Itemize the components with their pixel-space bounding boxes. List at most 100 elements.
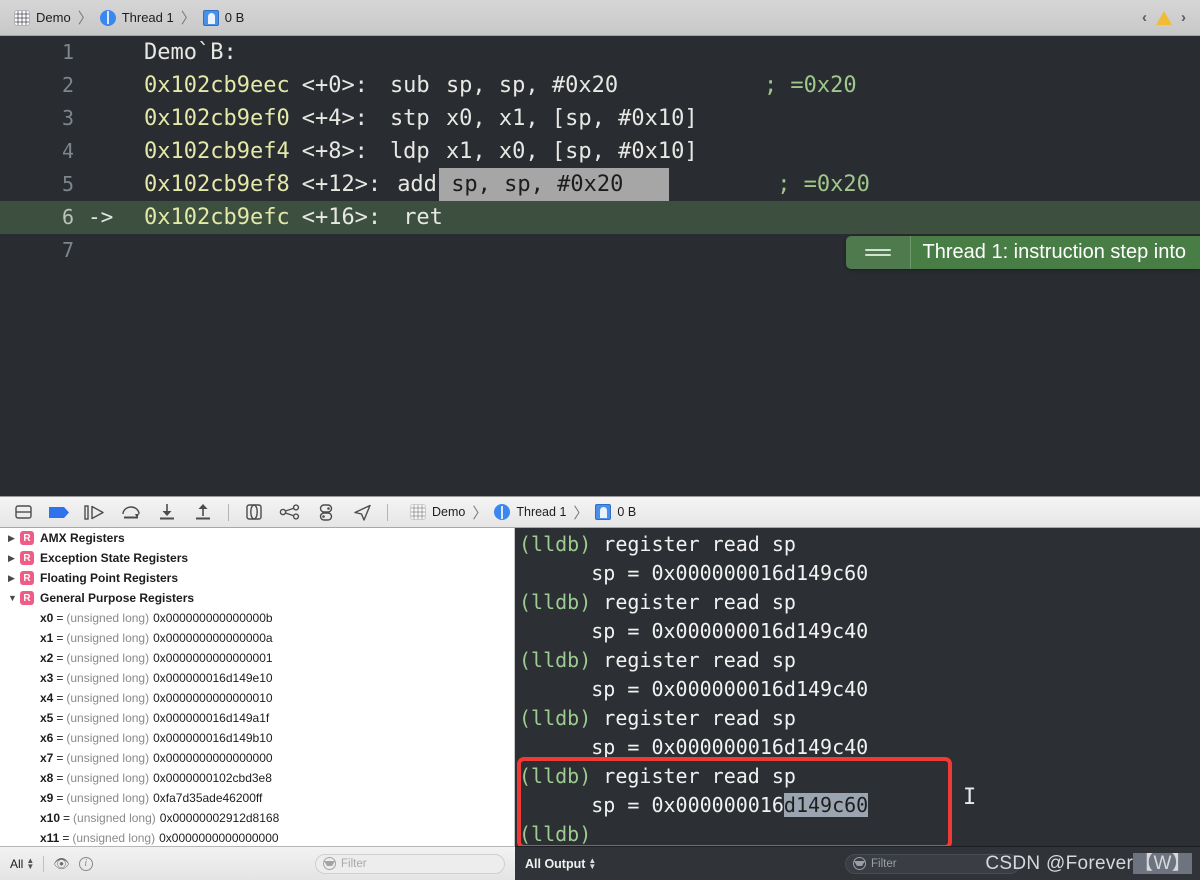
disclosure-triangle-icon[interactable] [8,533,20,544]
scope-filter-dropdown[interactable]: All ▲ ▼ [10,856,34,871]
nav-back-icon[interactable]: ‹ [1142,9,1147,26]
register-row[interactable]: x6 = (unsigned long) 0x000000016d149b10 [0,728,514,748]
instruction-operands-selected[interactable]: sp, sp, #0x20 [439,168,670,201]
register-value: 0x000000000000000b [153,611,273,625]
debug-breadcrumb-frame[interactable]: 0 B [589,504,642,520]
thread-icon [99,9,116,26]
register-name: x11 [40,831,60,845]
line-number: 7 [61,238,74,262]
debug-breadcrumb-thread[interactable]: Thread 1 [488,504,572,520]
register-group-row[interactable]: R Exception State Registers [0,548,514,568]
memory-graph-icon[interactable] [277,501,303,523]
register-group-row[interactable]: R AMX Registers [0,528,514,548]
register-equals: = [56,631,64,645]
register-group-label: AMX Registers [40,531,125,545]
register-row[interactable]: x0 = (unsigned long) 0x000000000000000b [0,608,514,628]
step-over-icon[interactable] [118,501,144,523]
lldb-prompt: (lldb) [519,590,592,614]
register-type: (unsigned long) [66,711,150,725]
register-type: (unsigned long) [66,651,150,665]
instruction-mnemonic: ldp [389,139,430,164]
environment-overrides-icon[interactable] [313,501,339,523]
breadcrumb-separator: 〉 [77,10,93,27]
breadcrumb-item-thread[interactable]: Thread 1 [94,9,180,26]
warning-triangle-icon[interactable] [1156,10,1172,25]
filter-icon [323,857,336,870]
step-out-icon[interactable] [190,501,216,523]
register-name: x2 [40,651,54,665]
breadcrumb-separator: 〉 [472,504,488,522]
code-line[interactable]: 4 0x102cb9ef4 <+8>: ldp x1, x0, [sp, #0x… [0,135,1200,168]
register-value: 0x000000000000000a [153,631,273,645]
code-line[interactable]: 2 0x102cb9eec <+0>: sub sp, sp, #0x20 ; … [0,69,1200,102]
register-row[interactable]: x2 = (unsigned long) 0x0000000000000001 [0,648,514,668]
register-row[interactable]: x1 = (unsigned long) 0x000000000000000a [0,628,514,648]
continue-play-icon[interactable] [82,501,108,523]
stepper-icon[interactable]: ▲ ▼ [26,856,34,870]
status-divider [43,855,45,872]
register-name: x3 [40,671,54,685]
console-input-line[interactable]: (lldb) [515,820,1200,846]
register-row[interactable]: x7 = (unsigned long) 0x0000000000000000 [0,748,514,768]
register-group-row-expanded[interactable]: R General Purpose Registers [0,588,514,608]
nav-forward-icon[interactable]: › [1181,9,1186,26]
drag-handle-icon[interactable] [845,236,910,269]
eye-icon[interactable]: 👁 [53,856,70,872]
breadcrumb-item-frame[interactable]: 0 B [197,9,251,26]
breadcrumb-frame-label: 0 B [224,10,245,25]
console-line: (lldb) register read sp [515,588,1200,617]
register-value: 0x0000000000000001 [153,651,273,665]
register-row[interactable]: x5 = (unsigned long) 0x000000016d149a1f [0,708,514,728]
register-row[interactable]: x10 = (unsigned long) 0x00000002912d8168 [0,808,514,828]
assembly-editor[interactable]: 1 Demo`B: 2 0x102cb9eec <+0>: sub sp, sp… [0,36,1200,496]
instruction-offset: <+12>: [301,172,382,197]
console-selected-text: d149c60 [783,793,869,817]
variables-view[interactable]: R AMX Registers R Exception State Regist… [0,528,515,846]
code-line[interactable]: 3 0x102cb9ef0 <+4>: stp x0, x1, [sp, #0x… [0,102,1200,135]
code-line-current[interactable]: 6 -> 0x102cb9efc <+16>: ret [0,201,1200,234]
console-output[interactable]: (lldb) register read sp sp = 0x000000016… [515,528,1200,846]
console-line-selected[interactable]: sp = 0x000000016d149c60 [515,791,1200,820]
issue-banner-label: Thread 1: instruction step into [909,236,1200,269]
register-row[interactable]: x3 = (unsigned long) 0x000000016d149e10 [0,668,514,688]
stepper-icon[interactable]: ▲ ▼ [588,856,596,870]
hide-debug-area-button[interactable] [10,501,36,523]
disclosure-triangle-icon[interactable] [8,573,20,584]
register-row[interactable]: x9 = (unsigned long) 0xfa7d35ade46200ff [0,788,514,808]
disclosure-triangle-icon[interactable] [8,553,20,564]
grid-icon [14,9,30,26]
register-group-row[interactable]: R Floating Point Registers [0,568,514,588]
issue-banner[interactable]: Thread 1: instruction step into [845,236,1200,269]
code-line[interactable]: 5 0x102cb9ef8 <+12>: add sp, sp, #0x20 ;… [0,168,1200,201]
debug-breadcrumb-project[interactable]: Demo [404,504,471,520]
instruction-address: 0x102cb9eec [144,73,290,98]
register-badge-icon: R [20,571,34,585]
register-type: (unsigned long) [73,811,156,825]
location-arrow-icon[interactable] [349,501,375,523]
breakpoint-flag-icon[interactable] [46,501,72,523]
instruction-comment: ; =0x20 [763,73,857,98]
register-type: (unsigned long) [66,791,150,805]
scope-filter-label: All [10,856,24,871]
view-hierarchy-icon[interactable] [241,501,267,523]
step-into-icon[interactable] [154,501,180,523]
stack-frame-icon [202,9,219,26]
register-equals: = [56,691,64,705]
register-equals: = [56,751,64,765]
breadcrumb-item-project[interactable]: Demo [8,9,77,26]
register-equals: = [56,731,64,745]
toolbar-divider [387,503,388,521]
register-badge-icon: R [20,591,34,605]
register-row[interactable]: x4 = (unsigned long) 0x0000000000000010 [0,688,514,708]
instruction-address: 0x102cb9ef4 [144,139,290,164]
line-number: 3 [61,106,74,130]
code-line[interactable]: 1 Demo`B: [0,36,1200,69]
console-output-text: sp = 0x000000016 [519,793,784,817]
register-type: (unsigned long) [66,631,150,645]
output-mode-dropdown[interactable]: All Output ▲ ▼ [525,856,596,871]
disclosure-triangle-icon[interactable] [8,593,20,603]
info-icon[interactable]: i [78,856,93,871]
register-row[interactable]: x11 = (unsigned long) 0x0000000000000000 [0,828,514,846]
variables-filter-field[interactable]: Filter [315,853,505,874]
register-row[interactable]: x8 = (unsigned long) 0x0000000102cbd3e8 [0,768,514,788]
